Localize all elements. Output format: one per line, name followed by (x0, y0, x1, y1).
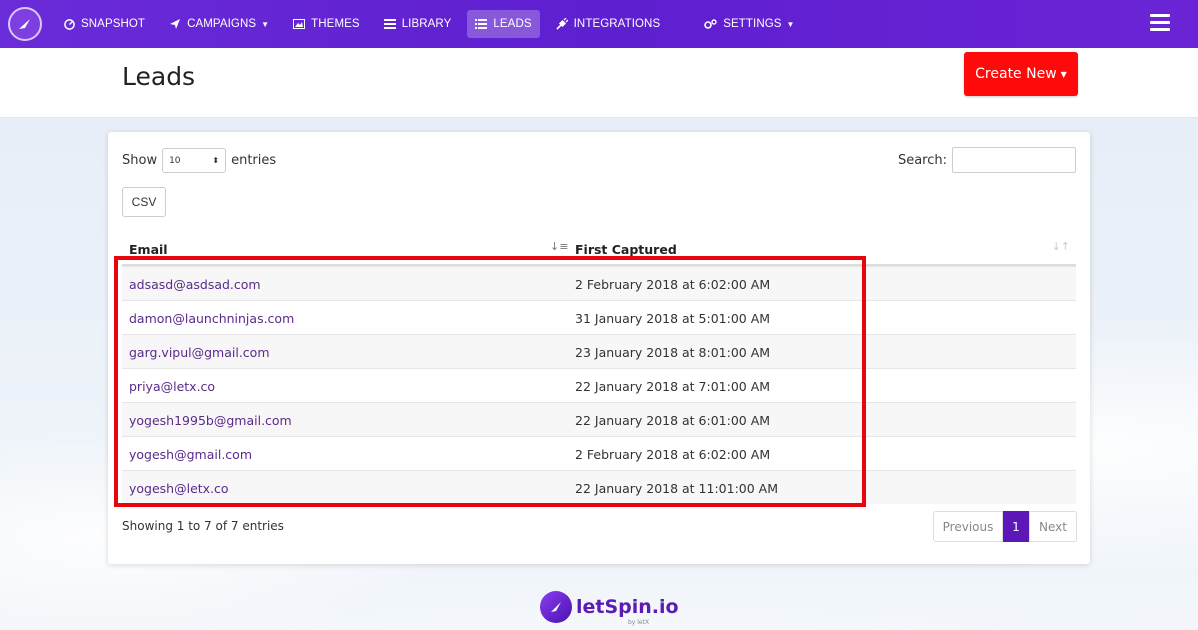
nav-items: SNAPSHOT CAMPAIGNS ▼ THEMES LIBRARY LEAD… (56, 0, 811, 48)
email-cell: priya@letx.co (129, 379, 216, 394)
leads-card: Show 10 ⬍ entries Search: CSV Email ↓≡ F… (108, 132, 1090, 564)
email-cell: damon@launchninjas.com (129, 311, 295, 326)
table-row: damon@launchninjas.com 31 January 2018 a… (122, 300, 1076, 334)
email-cell: yogesh@letx.co (129, 481, 229, 496)
csv-button[interactable]: CSV (122, 187, 166, 217)
nav-label: LEADS (493, 18, 532, 30)
page-header: Leads Create New ▼ (0, 48, 1198, 118)
pagination-info: Showing 1 to 7 of 7 entries (122, 519, 284, 533)
top-navbar: SNAPSHOT CAMPAIGNS ▼ THEMES LIBRARY LEAD… (0, 0, 1198, 48)
nav-label: SNAPSHOT (81, 18, 146, 30)
search-row: Search: (898, 147, 1076, 173)
nav-label: THEMES (311, 18, 360, 30)
table-row: adsasd@asdsad.com 2 February 2018 at 6:0… (122, 266, 1076, 300)
paper-plane-icon (169, 18, 181, 30)
pagination: Previous 1 Next (933, 511, 1077, 542)
nav-label: SETTINGS (723, 18, 782, 30)
nav-item-snapshot[interactable]: SNAPSHOT (56, 10, 153, 38)
leads-table: Email ↓≡ First Captured ↓↑ adsasd@asdsad… (122, 234, 1076, 504)
first-captured-cell: 31 January 2018 at 5:01:00 AM (575, 311, 771, 326)
email-cell: adsasd@asdsad.com (129, 277, 261, 292)
show-entries: Show 10 ⬍ entries (122, 148, 276, 173)
nav-item-library[interactable]: LIBRARY (376, 10, 460, 38)
spin-logo-icon (19, 19, 30, 29)
previous-page-button[interactable]: Previous (933, 511, 1003, 542)
sort-both-icon[interactable]: ↓↑ (1052, 240, 1070, 253)
entries-select[interactable]: 10 ⬍ (162, 148, 227, 173)
search-label: Search: (897, 152, 947, 168)
create-new-label: Create New (975, 66, 1057, 82)
nav-label: CAMPAIGNS (187, 18, 257, 30)
hamburger-menu-icon[interactable] (1150, 14, 1170, 32)
nav-label: LIBRARY (401, 18, 452, 30)
list-icon (475, 19, 488, 29)
entries-select-value: 10 (169, 155, 181, 166)
show-suffix: entries (231, 153, 277, 168)
nav-item-campaigns[interactable]: CAMPAIGNS ▼ (161, 10, 277, 38)
page-title: Leads (122, 62, 196, 91)
dashboard-icon (64, 18, 75, 30)
first-captured-cell: 22 January 2018 at 6:01:00 AM (575, 413, 771, 428)
search-input[interactable] (952, 147, 1076, 173)
first-captured-cell: 23 January 2018 at 8:01:00 AM (575, 345, 771, 360)
sort-asc-icon[interactable]: ↓≡ (550, 240, 568, 253)
column-header-first-captured[interactable]: First Captured (575, 242, 677, 257)
first-captured-cell: 22 January 2018 at 11:01:00 AM (575, 481, 779, 496)
cogs-icon (704, 18, 717, 30)
table-row: priya@letx.co 22 January 2018 at 7:01:00… (122, 368, 1076, 402)
column-header-email[interactable]: Email (129, 242, 168, 257)
footer-brand: letSpin.io (576, 596, 679, 618)
caret-down-icon: ▼ (261, 19, 270, 29)
nav-item-themes[interactable]: THEMES (285, 10, 368, 38)
table-row: yogesh@gmail.com 2 February 2018 at 6:02… (122, 436, 1076, 470)
page-1-button[interactable]: 1 (1003, 511, 1029, 542)
nav-item-integrations[interactable]: INTEGRATIONS (548, 10, 669, 38)
email-cell: yogesh1995b@gmail.com (129, 413, 292, 428)
nav-label: INTEGRATIONS (573, 18, 661, 30)
brand-logo[interactable] (8, 7, 42, 41)
create-new-button[interactable]: Create New ▼ (964, 52, 1078, 96)
email-cell: garg.vipul@gmail.com (129, 345, 270, 360)
image-icon (293, 19, 306, 29)
next-page-button[interactable]: Next (1029, 511, 1077, 542)
first-captured-cell: 2 February 2018 at 6:02:00 AM (575, 277, 771, 292)
nav-item-settings[interactable]: SETTINGS ▼ (696, 10, 802, 38)
table-header: Email ↓≡ First Captured ↓↑ (122, 234, 1076, 266)
caret-down-icon: ▼ (786, 19, 795, 29)
first-captured-cell: 22 January 2018 at 7:01:00 AM (575, 379, 771, 394)
table-row: yogesh1995b@gmail.com 22 January 2018 at… (122, 402, 1076, 436)
first-captured-cell: 2 February 2018 at 6:02:00 AM (575, 447, 771, 462)
table-row: garg.vipul@gmail.com 23 January 2018 at … (122, 334, 1076, 368)
plug-icon (556, 18, 568, 30)
footer-by: by letX (628, 619, 650, 626)
email-cell: yogesh@gmail.com (129, 447, 252, 462)
table-row: yogesh@letx.co 22 January 2018 at 11:01:… (122, 470, 1076, 504)
caret-down-icon: ▼ (1060, 69, 1067, 79)
library-icon (383, 19, 396, 29)
show-prefix: Show (122, 153, 158, 168)
nav-item-leads[interactable]: LEADS (467, 10, 540, 38)
footer-logo: letSpin.io by letX (540, 591, 679, 626)
select-arrows-icon: ⬍ (212, 156, 220, 165)
spin-logo-icon (540, 591, 572, 623)
